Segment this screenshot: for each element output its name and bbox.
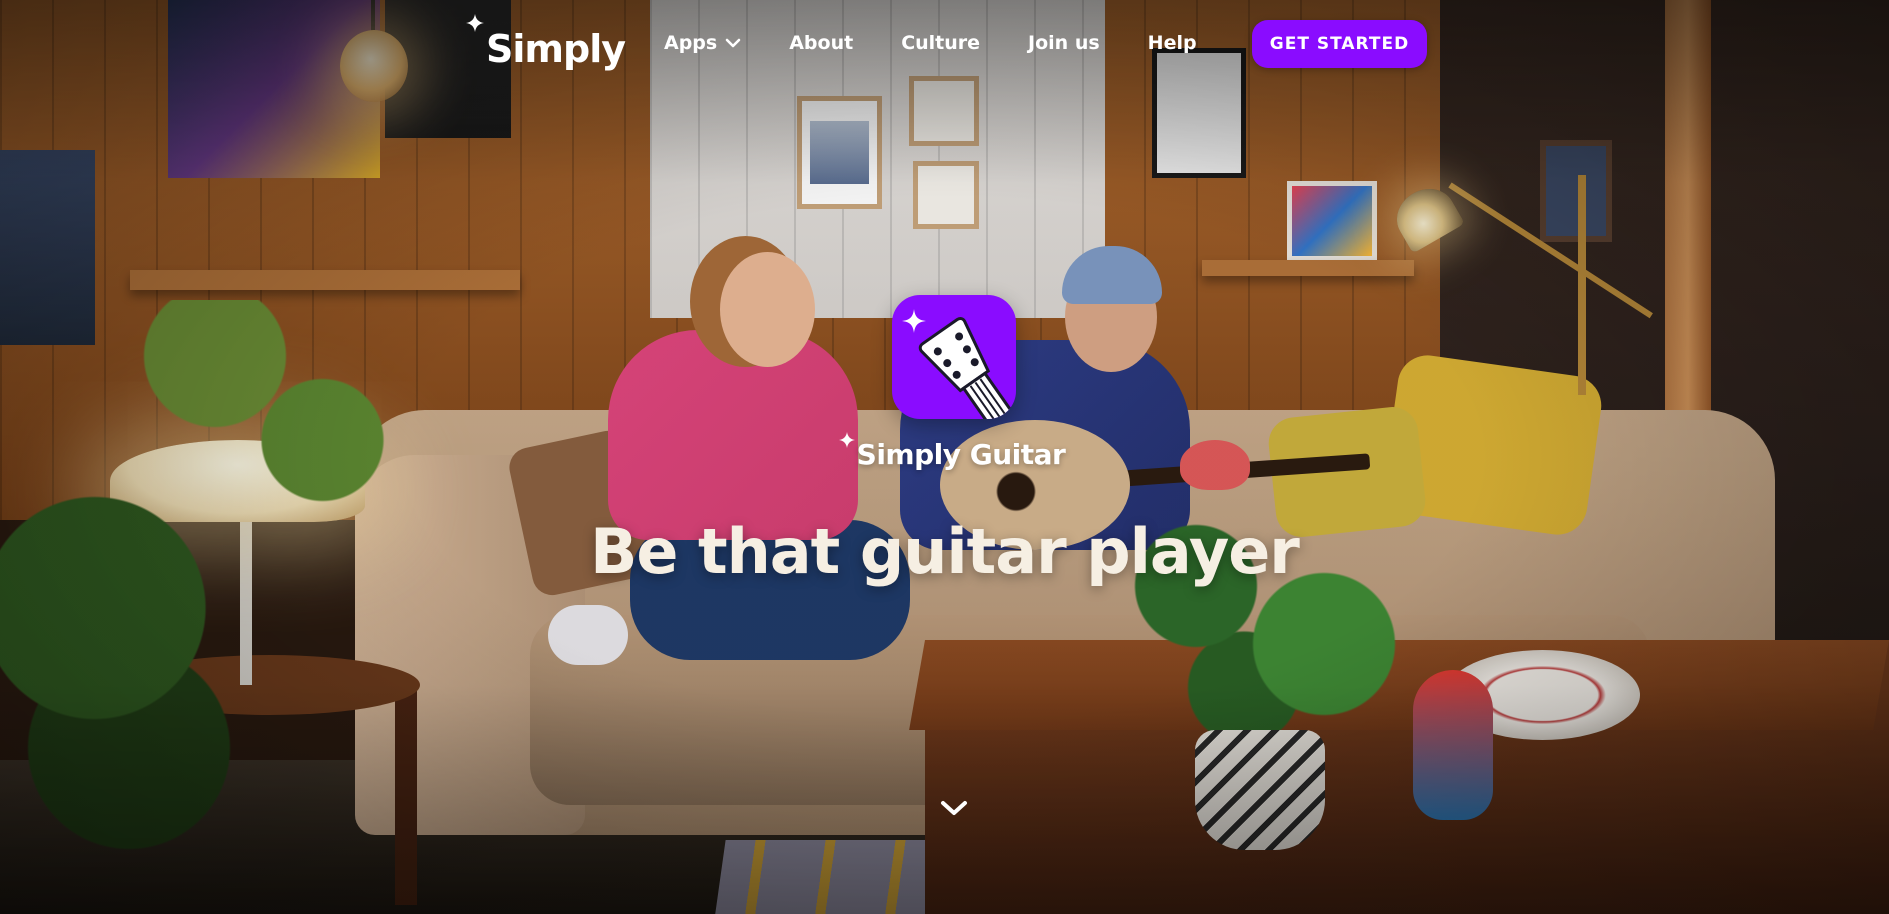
site-header: Simply Apps About Culture Join us Help G…	[0, 0, 1889, 90]
nav-item-about[interactable]: About	[789, 32, 853, 54]
hero-headline: Be that guitar player	[590, 515, 1300, 588]
chevron-down-icon	[725, 38, 741, 48]
product-name-text: Simply Guitar	[856, 438, 1066, 471]
simply-logo[interactable]: Simply	[466, 14, 626, 71]
nav-item-help[interactable]: Help	[1148, 32, 1197, 54]
product-name: Simply Guitar	[832, 430, 1072, 471]
nav-item-culture[interactable]: Culture	[901, 32, 980, 54]
logo-text: Simply	[486, 27, 626, 71]
get-started-button[interactable]: GET STARTED	[1252, 20, 1427, 68]
sparkle-icon	[838, 432, 855, 448]
nav-item-label: Apps	[664, 32, 718, 54]
sparkle-icon	[466, 14, 484, 32]
guitar-app-icon	[892, 295, 1016, 419]
nav-item-join-us[interactable]: Join us	[1028, 32, 1100, 54]
nav-item-apps[interactable]: Apps	[664, 32, 741, 54]
main-nav: Apps About Culture Join us Help	[664, 32, 1245, 54]
scroll-down-chevron-icon	[941, 801, 967, 815]
scroll-down-button[interactable]	[938, 792, 970, 824]
guitar-headstock-icon	[902, 309, 1016, 419]
